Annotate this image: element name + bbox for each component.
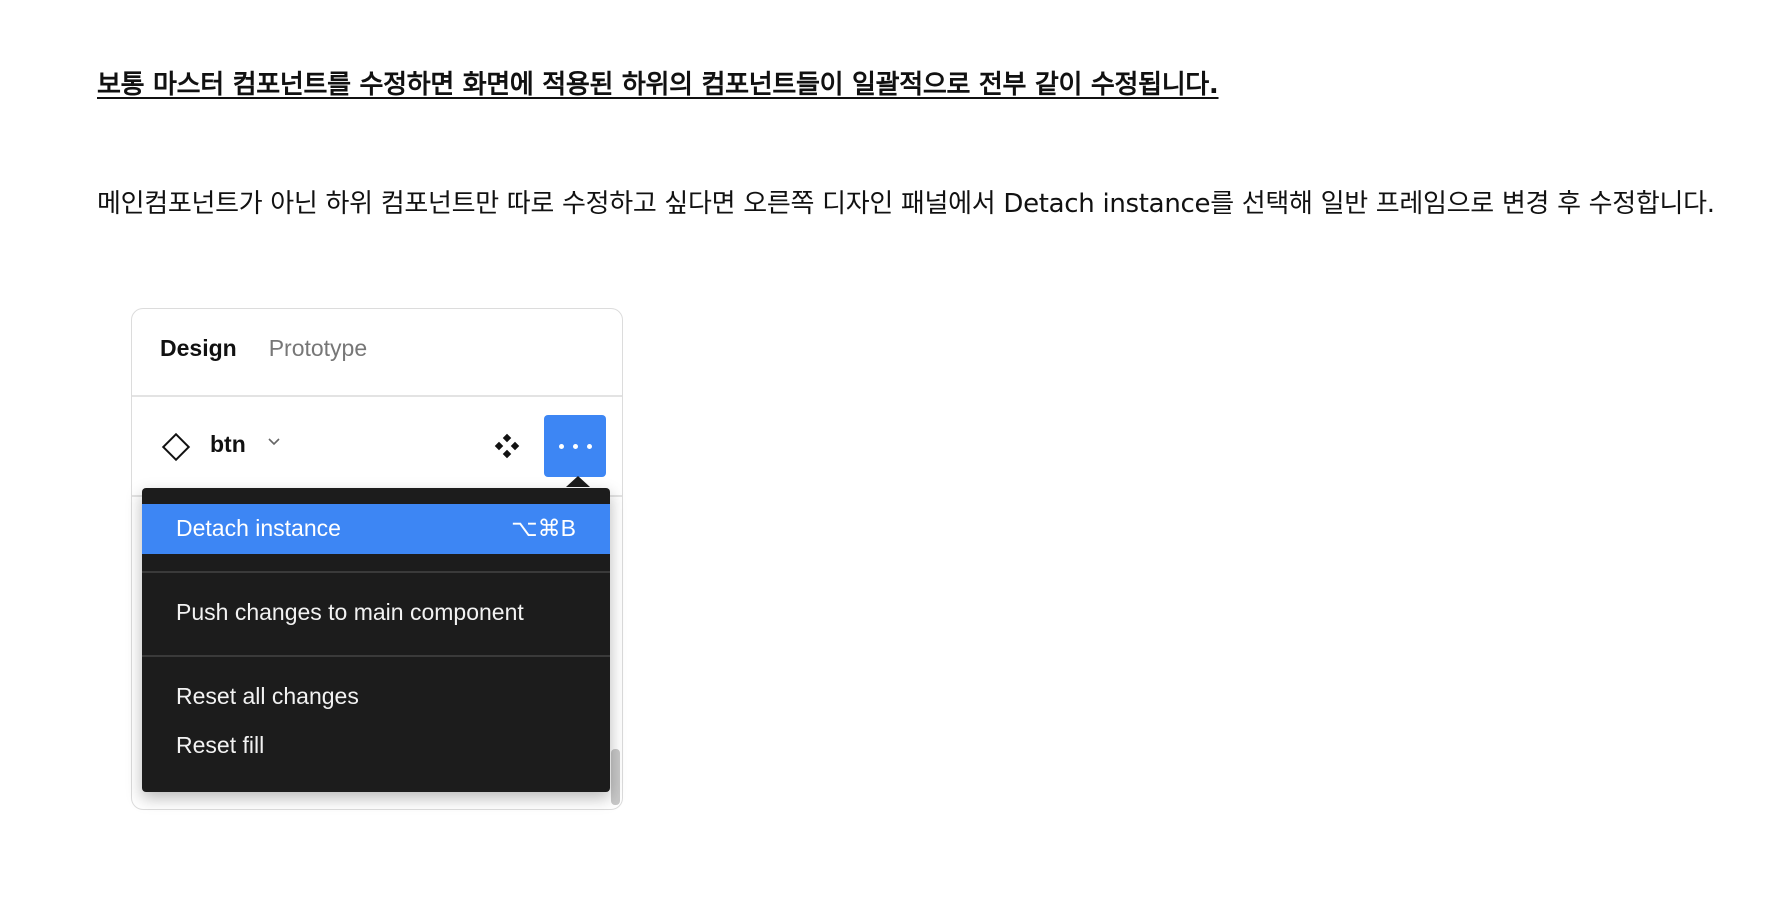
- menu-pointer: [566, 476, 590, 487]
- component-set-icon[interactable]: [494, 433, 520, 459]
- menu-separator: [142, 655, 610, 657]
- body-paragraph: 메인컴포넌트가 아닌 하위 컴포넌트만 따로 수정하고 싶다면 오른쪽 디자인 …: [97, 176, 1717, 233]
- paragraph-text-before: 메인컴포넌트가 아닌 하위 컴포넌트만 따로 수정하고 싶다면 오른쪽 디자인 …: [97, 189, 1004, 219]
- menu-item-detach-instance[interactable]: Detach instance ⌥⌘B: [142, 504, 610, 554]
- menu-separator: [142, 571, 610, 573]
- instance-context-menu: Detach instance ⌥⌘B Push changes to main…: [142, 488, 610, 792]
- paragraph-highlight: Detach instance: [1003, 189, 1211, 219]
- panel-scrollbar[interactable]: [611, 749, 620, 805]
- tab-design[interactable]: Design: [160, 335, 237, 362]
- menu-item-label: Reset all changes: [176, 683, 359, 709]
- panel-tabs: Design Prototype: [160, 335, 367, 362]
- paragraph-text-after: 를 선택해 일반 프레임으로 변경 후 수정합니다.: [1210, 189, 1715, 219]
- menu-item-label: Push changes to main component: [176, 599, 524, 625]
- more-options-button[interactable]: [544, 415, 606, 477]
- component-row: btn: [132, 397, 622, 497]
- more-icon-dot: [573, 444, 578, 449]
- page-heading: 보통 마스터 컴포넌트를 수정하면 화면에 적용된 하위의 컴포넌트들이 일괄적…: [97, 70, 1219, 100]
- more-icon-dot: [587, 444, 592, 449]
- chevron-down-icon[interactable]: [266, 433, 282, 449]
- menu-item-push-changes[interactable]: Push changes to main component: [142, 588, 610, 638]
- menu-item-reset-all-changes[interactable]: Reset all changes: [142, 672, 610, 722]
- tab-prototype[interactable]: Prototype: [269, 335, 367, 362]
- more-icon: [559, 444, 564, 449]
- menu-item-reset-fill[interactable]: Reset fill: [142, 721, 610, 771]
- menu-item-label: Reset fill: [176, 732, 265, 758]
- component-name[interactable]: btn: [210, 431, 246, 458]
- menu-item-label: Detach instance: [176, 515, 341, 541]
- menu-item-shortcut: ⌥⌘B: [511, 515, 576, 541]
- diamond-instance-icon: [161, 432, 191, 462]
